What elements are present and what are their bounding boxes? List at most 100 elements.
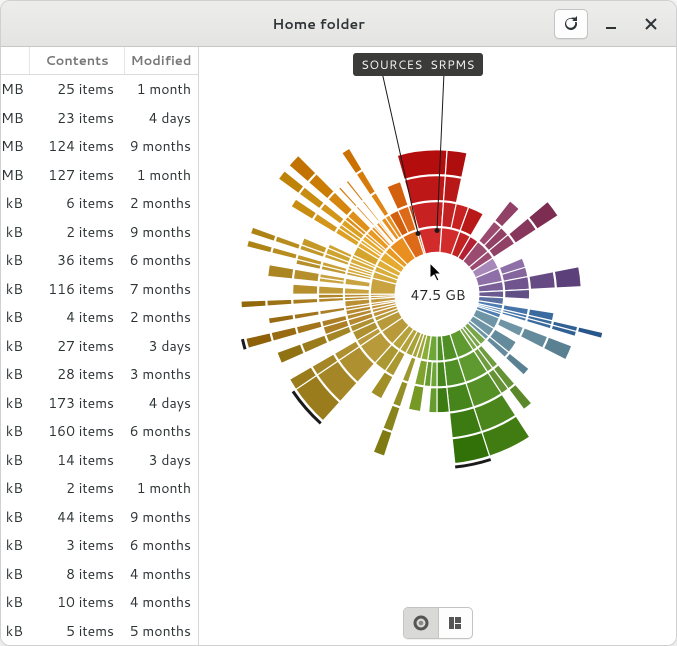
table-row[interactable]: kB44 items9 months [1,503,198,532]
chart-segment[interactable] [543,337,571,360]
chart-segment[interactable] [247,240,273,253]
app-window: Home folder Contents Modified MB25 items… [0,0,677,646]
table-body: MB25 items1 monthMB23 items4 daysMB124 i… [1,75,198,645]
chart-segment[interactable] [320,307,345,315]
chart-segment[interactable] [272,247,297,259]
chart-segment[interactable] [293,284,318,294]
table-row[interactable]: kB5 items5 months [1,617,198,646]
table-row[interactable]: kB27 items3 days [1,332,198,361]
table-row[interactable]: kB4 items2 months [1,303,198,332]
close-button[interactable] [634,9,668,39]
chart-segment[interactable] [277,344,304,364]
view-treemap-button[interactable] [438,608,472,638]
table-row[interactable]: kB6 items2 months [1,189,198,218]
chart-segment[interactable] [246,333,273,349]
chart-segment[interactable] [445,150,467,177]
minimize-button[interactable] [594,9,628,39]
chart-segment[interactable] [318,286,343,294]
table-row[interactable]: kB8 items4 months [1,560,198,589]
chart-segment[interactable] [275,236,300,249]
refresh-button[interactable] [554,9,588,39]
table-row[interactable]: kB116 items7 months [1,275,198,304]
chart-segment[interactable] [408,385,424,412]
chart-segment[interactable] [268,314,293,323]
cell-modified: 2 months [124,193,197,213]
cell-contents: 173 items [29,393,124,413]
table-header: Contents Modified [1,47,198,75]
chart-segment[interactable] [241,300,266,308]
chart-segment[interactable] [301,335,328,353]
chart-segment[interactable] [431,362,437,387]
chart-segment[interactable] [505,353,529,375]
chart-segment[interactable] [267,299,292,306]
chart-segment[interactable] [393,381,408,407]
col-header-contents[interactable]: Contents [29,47,124,74]
chart-segment[interactable] [387,182,408,210]
chart-segment[interactable] [250,227,276,241]
chart-segment[interactable] [437,387,449,412]
cell-size-unit: kB [1,507,29,527]
cell-modified: 1 month [124,478,197,498]
cell-size-unit: kB [1,279,29,299]
cell-size-unit: MB [1,79,29,99]
col-header-modified[interactable]: Modified [124,47,197,74]
chart-segment[interactable] [370,294,395,296]
chart-segment[interactable] [577,327,602,338]
table-row[interactable]: MB127 items1 month [1,161,198,190]
chart-segment[interactable] [318,294,343,298]
chart-segment[interactable] [520,328,547,348]
cell-size-unit: MB [1,165,29,185]
chart-segment[interactable] [342,148,362,173]
chart-segment[interactable] [509,384,532,409]
chart-segment[interactable] [268,265,294,279]
table-row[interactable]: kB10 items4 months [1,588,198,617]
table-row[interactable]: MB23 items4 days [1,104,198,133]
cell-modified: 1 month [124,79,197,99]
table-row[interactable]: MB25 items1 month [1,75,198,104]
content-area: Contents Modified MB25 items1 monthMB23 … [1,47,676,645]
chart-segment[interactable] [356,170,375,195]
chart-segment[interactable] [529,272,555,290]
cell-size-unit: MB [1,108,29,128]
chart-segment[interactable] [371,372,393,399]
cell-contents: 14 items [29,450,124,470]
cell-contents: 23 items [29,108,124,128]
ringchart-icon [413,615,429,631]
chart-segment[interactable] [505,289,530,299]
chart-segment[interactable] [293,269,319,282]
table-row[interactable]: MB124 items9 months [1,132,198,161]
cell-contents: 127 items [29,165,124,185]
chart-segment[interactable] [294,311,319,319]
cell-contents: 6 items [29,193,124,213]
chart-segment[interactable] [429,388,437,413]
cell-size-unit: kB [1,564,29,584]
sunburst-chart[interactable] [199,47,676,645]
col-header-size[interactable] [1,47,29,74]
cell-modified: 3 days [124,450,197,470]
chart-segment[interactable] [296,321,322,334]
table-row[interactable]: kB36 items6 months [1,246,198,275]
cell-contents: 4 items [29,307,124,327]
chart-segment[interactable] [373,429,392,456]
table-row[interactable]: kB14 items3 days [1,446,198,475]
cell-size-unit: kB [1,364,29,384]
table-row[interactable]: kB173 items4 days [1,389,198,418]
chart-segment[interactable] [402,357,416,382]
table-row[interactable]: kB28 items3 months [1,360,198,389]
table-row[interactable]: kB2 items1 month [1,474,198,503]
view-ringchart-button[interactable] [404,608,438,638]
chart-segment[interactable] [444,176,462,203]
cell-contents: 25 items [29,79,124,99]
chart-segment[interactable] [495,201,520,227]
chart-segment[interactable] [293,298,318,304]
chart-segment[interactable] [554,267,581,288]
table-row[interactable]: kB160 items6 months [1,417,198,446]
cell-modified: 7 months [124,279,197,299]
chart-segment[interactable] [344,288,369,294]
table-row[interactable]: kB3 items6 months [1,531,198,560]
chart-segment[interactable] [271,327,297,341]
chart-segment[interactable] [383,405,400,432]
chart-segment[interactable] [344,294,369,297]
cell-contents: 2 items [29,478,124,498]
table-row[interactable]: kB2 items9 months [1,218,198,247]
